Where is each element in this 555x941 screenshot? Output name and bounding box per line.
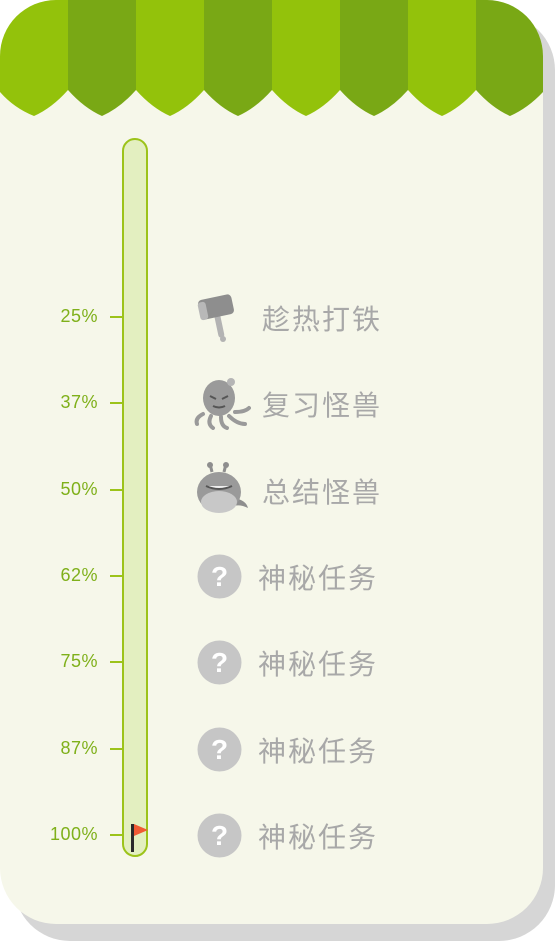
task-label: 神秘任务 [258, 735, 379, 768]
svg-text:?: ? [211, 561, 228, 592]
tick-mark [110, 748, 124, 750]
crab-monster-icon [197, 462, 248, 513]
task-label: 神秘任务 [258, 562, 379, 595]
tick-mark [110, 575, 124, 577]
tick-mark [110, 834, 124, 836]
question-mark-icon: ? [197, 813, 242, 858]
question-mark-icon: ? [197, 554, 242, 599]
question-mark-icon: ? [197, 640, 242, 685]
question-mark-icon: ? [197, 727, 242, 772]
octopus-monster-icon [194, 378, 251, 430]
task-label: 神秘任务 [258, 821, 379, 854]
level-percent: 25% [60, 306, 98, 326]
task-label: 趁热打铁 [262, 303, 383, 336]
task-label: 神秘任务 [258, 648, 379, 681]
level-percent: 62% [60, 565, 98, 585]
level-percent: 100% [49, 824, 98, 844]
hammer-icon [197, 294, 234, 342]
tick-mark [110, 661, 124, 663]
awning-decoration [0, 0, 543, 116]
svg-text:?: ? [211, 820, 228, 851]
task-label: 总结怪兽 [262, 476, 383, 509]
task-label: 复习怪兽 [262, 389, 383, 422]
level-percent: 37% [60, 392, 98, 412]
svg-text:?: ? [211, 734, 228, 765]
flag-icon [131, 824, 148, 852]
svg-text:?: ? [211, 647, 228, 678]
level-percent: 50% [60, 479, 98, 499]
tick-mark [110, 316, 124, 318]
level-percent: 75% [60, 651, 98, 671]
level-percent: 87% [60, 738, 98, 758]
progress-card: 25% 趁热打铁 37% 复习怪兽 50% 总结怪兽 62% ? 神秘任务 75… [0, 0, 543, 924]
tick-mark [110, 402, 124, 404]
progress-track [122, 138, 148, 857]
tick-mark [110, 489, 124, 491]
